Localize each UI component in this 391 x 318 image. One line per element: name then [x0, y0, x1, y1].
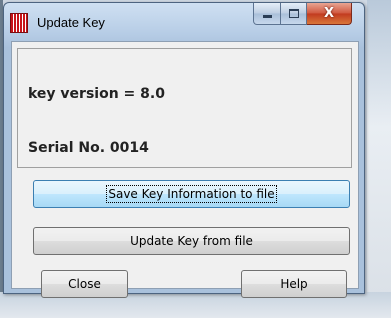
maximize-icon [288, 9, 299, 18]
help-button[interactable]: Help [241, 270, 347, 298]
minimize-icon [262, 15, 272, 18]
close-icon: X [323, 6, 335, 21]
caption-buttons: X [253, 3, 352, 25]
dialog-client-area: key version = 8.0 Serial No. 0014 Save K… [11, 41, 359, 298]
save-key-info-label: Save Key Information to file [106, 185, 277, 203]
update-key-dialog: Update Key X key version = 8.0 Serial No… [3, 2, 365, 298]
save-key-info-button[interactable]: Save Key Information to file [33, 180, 350, 208]
close-button-label: Close [68, 277, 101, 291]
help-button-label: Help [280, 277, 308, 291]
desktop-background-right [367, 0, 391, 318]
app-icon [10, 13, 28, 33]
key-version-text: key version = 8.0 [28, 86, 165, 102]
window-title: Update Key [37, 15, 105, 30]
window-close-button[interactable]: X [307, 3, 352, 25]
update-key-label: Update Key from file [130, 234, 253, 248]
close-button[interactable]: Close [41, 270, 128, 298]
update-key-from-file-button[interactable]: Update Key from file [33, 227, 350, 255]
serial-number-text: Serial No. 0014 [28, 140, 149, 156]
maximize-button[interactable] [281, 3, 307, 25]
minimize-button[interactable] [253, 3, 281, 25]
key-info-panel: key version = 8.0 Serial No. 0014 [17, 48, 352, 168]
title-bar[interactable]: Update Key X [4, 3, 364, 43]
